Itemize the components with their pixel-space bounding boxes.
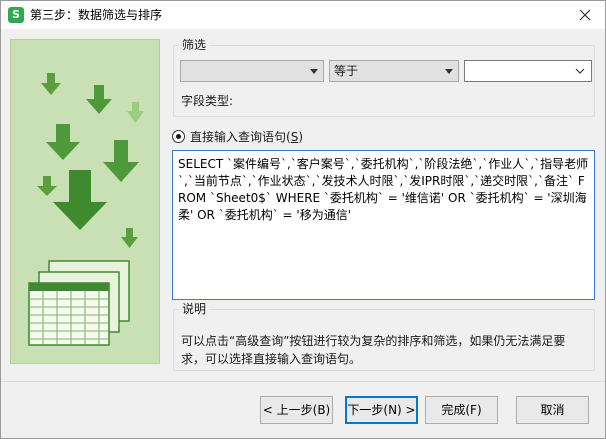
window-title: 第三步：数据筛选与排序 <box>30 8 163 22</box>
arrow-down-icon <box>46 124 80 160</box>
finish-button[interactable]: 完成(F) <box>425 396 498 424</box>
chevron-down-icon <box>575 68 585 74</box>
arrow-down-icon <box>121 228 138 248</box>
field-type-label: 字段类型: <box>181 94 234 108</box>
filter-arrows-illustration <box>28 73 144 346</box>
wizard-illustration <box>10 39 160 364</box>
direct-query-label[interactable]: 直接输入查询语句(S) <box>190 129 303 145</box>
spreadsheet-stack-icon <box>28 260 130 346</box>
dropdown-arrow-icon <box>310 69 318 74</box>
help-group-legend: 说明 <box>179 302 210 316</box>
arrow-down-icon <box>41 73 61 95</box>
direct-query-radio[interactable] <box>172 130 185 143</box>
close-button[interactable] <box>575 5 595 25</box>
app-icon: S <box>8 7 24 23</box>
footer-divider <box>1 381 605 382</box>
sql-query-textarea[interactable]: SELECT `案件编号`,`客户案号`,`委托机构`,`阶段法绝`,`作业人`… <box>172 150 595 300</box>
arrow-down-icon <box>53 170 107 230</box>
wizard-dialog: S 第三步：数据筛选与排序 筛选 等于 字段类型: 直接输入查询语句(S) SE… <box>0 0 606 439</box>
help-text: 可以点击“高级查询”按钮进行较为复杂的排序和筛选，如果仍无法满足要求，可以选择直… <box>181 334 566 366</box>
cancel-button[interactable]: 取消 <box>516 396 589 424</box>
operator-select-value: 等于 <box>334 64 359 78</box>
arrow-down-icon <box>103 140 139 182</box>
arrow-down-icon <box>86 85 112 114</box>
field-select[interactable] <box>180 60 324 82</box>
close-icon <box>579 9 591 21</box>
back-button[interactable]: < 上一步(B) <box>260 396 333 424</box>
title-bar: S 第三步：数据筛选与排序 <box>1 1 605 29</box>
value-combobox[interactable] <box>464 60 592 82</box>
next-button[interactable]: 下一步(N) > <box>345 396 418 424</box>
arrow-down-icon <box>127 102 144 123</box>
filter-group-legend: 筛选 <box>179 38 210 52</box>
arrow-down-icon <box>37 176 57 196</box>
dropdown-arrow-icon <box>445 69 453 74</box>
operator-select[interactable]: 等于 <box>329 60 459 82</box>
